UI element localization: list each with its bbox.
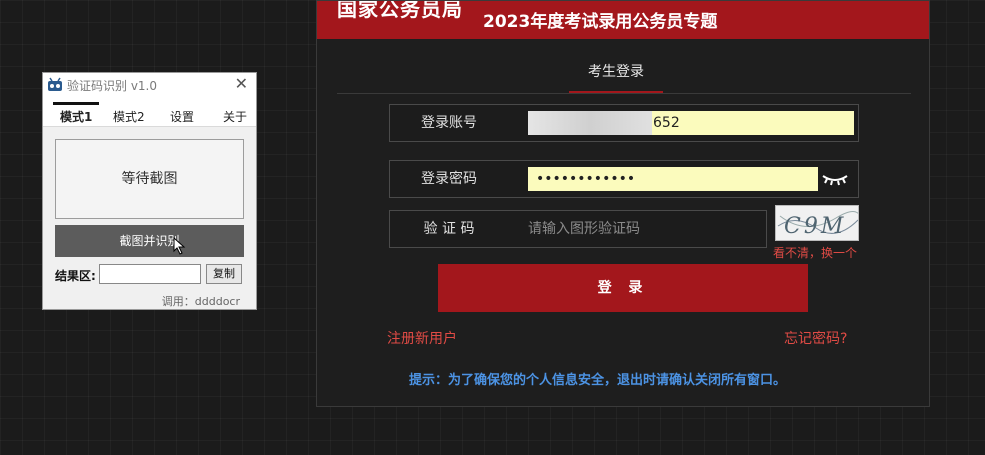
captcha-text: C9M [784, 214, 846, 239]
captcha-refresh-link[interactable]: 看不清，换一个 [773, 244, 857, 261]
banner-subtitle: 2023年度考试录用公务员专题 [483, 12, 718, 32]
banner-org-name: 国家公务员局 [337, 1, 463, 21]
security-tip: 提示：为了确保您的个人信息安全，退出时请确认关闭所有窗口。 [409, 373, 787, 388]
tab-candidate-login[interactable]: 考生登录 [569, 61, 663, 81]
app-icon [48, 77, 62, 91]
register-link[interactable]: 注册新用户 [387, 328, 457, 348]
tab-divider [337, 93, 911, 94]
captcha-label: 验 证 码 [423, 221, 475, 237]
tab-mode2[interactable]: 模式2 [113, 108, 145, 125]
password-input[interactable]: •••••••••••• [528, 167, 818, 191]
header-banner: 国家公务员局 2023年度考试录用公务员专题 [317, 1, 929, 39]
captcha-field: 验 证 码 请输入图形验证码 [389, 210, 767, 248]
forgot-password-link[interactable]: 忘记密码? [784, 328, 847, 348]
account-label: 登录账号 [421, 115, 477, 131]
captcha-input[interactable]: 请输入图形验证码 [528, 217, 768, 241]
tab-mode1[interactable]: 模式1 [60, 108, 92, 125]
tab-active-indicator [53, 102, 99, 105]
capture-preview: 等待截图 [55, 139, 244, 219]
account-value-tail: 652 [653, 115, 680, 131]
account-input[interactable]: 652 [528, 111, 854, 135]
tab-about[interactable]: 关于 [223, 108, 247, 125]
window-titlebar[interactable]: 验证码识别 v1.0 ✕ [43, 73, 256, 97]
close-icon[interactable]: ✕ [235, 74, 248, 94]
ocr-tool-window: 验证码识别 v1.0 ✕ 模式1 模式2 设置 关于 等待截图 截图并识别 结果… [42, 72, 257, 310]
window-title: 验证码识别 v1.0 [67, 79, 158, 93]
engine-note: 调用：ddddocr [161, 295, 240, 308]
eye-closed-icon[interactable] [820, 169, 850, 189]
account-field: 登录账号 652 [389, 104, 859, 142]
captcha-image[interactable]: C9M [775, 205, 859, 241]
capture-recognize-button[interactable]: 截图并识别 [55, 225, 244, 257]
result-label: 结果区: [55, 269, 96, 283]
cursor-icon [173, 237, 186, 255]
account-redaction [528, 111, 652, 135]
captcha-graphic: C9M [777, 211, 858, 239]
result-field[interactable] [99, 264, 201, 284]
mode-tabbar: 模式1 模式2 设置 关于 [43, 97, 256, 127]
copy-button[interactable]: 复制 [206, 264, 242, 284]
login-button[interactable]: 登 录 [438, 264, 808, 312]
tab-settings[interactable]: 设置 [170, 108, 194, 125]
password-field: 登录密码 •••••••••••• [389, 160, 859, 198]
password-label: 登录密码 [421, 171, 477, 187]
